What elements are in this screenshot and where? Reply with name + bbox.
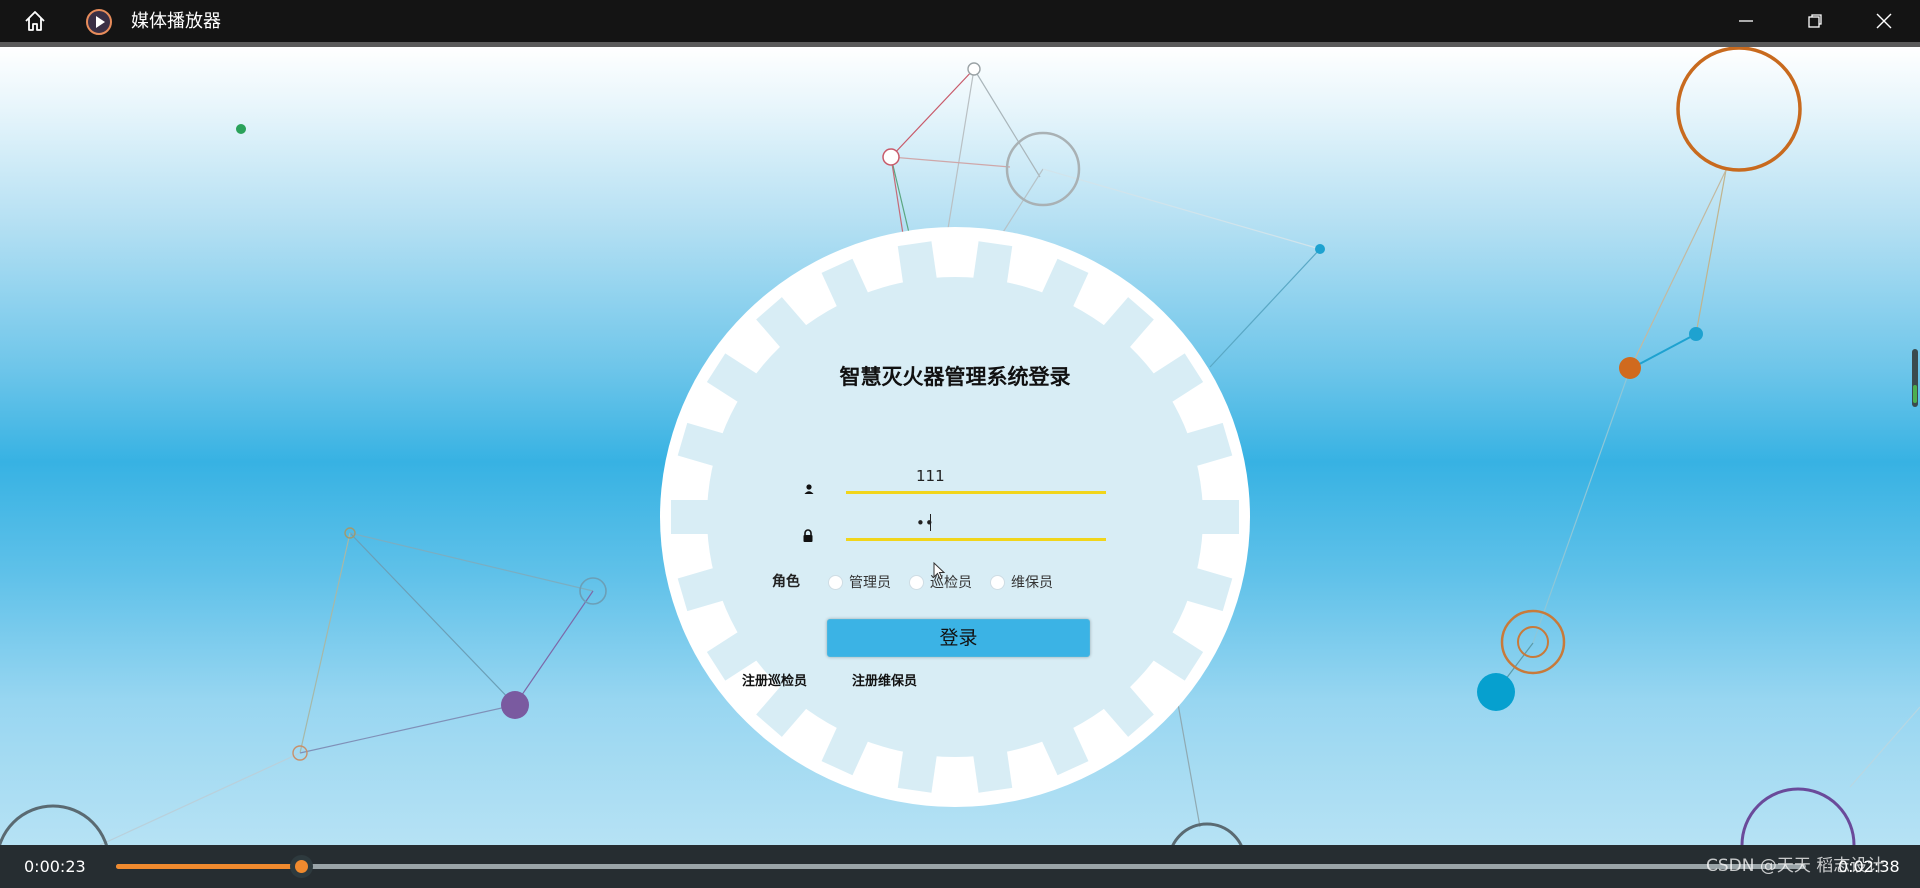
home-icon	[25, 11, 45, 31]
minimize-icon	[1739, 20, 1753, 22]
register-inspector-link[interactable]: 注册巡检员	[742, 670, 807, 689]
username-input[interactable]: 111	[846, 463, 1106, 494]
home-button[interactable]	[14, 0, 56, 42]
mouse-cursor-icon	[933, 562, 946, 580]
role-radio-admin[interactable]: 管理员	[828, 572, 891, 592]
playback-control-bar: 0:00:23 CSDN @天天 稻志设计 0:02:38	[0, 845, 1920, 888]
video-frame[interactable]: 智慧灭火器管理系统登录 111 •• 角色 管理员 巡检员 维保员 登录 注册巡…	[0, 47, 1920, 845]
text-caret	[930, 514, 931, 531]
current-time: 0:00:23	[24, 857, 86, 876]
minimize-button[interactable]	[1725, 0, 1767, 42]
radio-circle	[828, 574, 843, 590]
radio-circle	[990, 574, 1005, 590]
role-option-label: 维保员	[1011, 575, 1053, 591]
lock-icon	[803, 529, 813, 542]
password-value: ••	[916, 514, 934, 532]
username-value: 111	[916, 467, 945, 485]
volume-indicator[interactable]	[1912, 349, 1918, 407]
login-form: 智慧灭火器管理系统登录 111 •• 角色 管理员 巡检员 维保员 登录 注册巡…	[660, 227, 1250, 807]
close-icon	[1876, 13, 1892, 29]
play-logo-icon	[86, 9, 112, 35]
restore-icon	[1808, 14, 1822, 28]
role-option-label: 管理员	[849, 575, 891, 591]
radio-circle	[909, 574, 924, 590]
login-title: 智慧灭火器管理系统登录	[839, 365, 1071, 389]
close-button[interactable]	[1863, 0, 1905, 42]
total-time: 0:02:38	[1838, 857, 1900, 876]
seek-bar-thumb[interactable]	[289, 855, 313, 878]
title-bar: 媒体播放器	[0, 0, 1920, 42]
seek-bar-progress	[116, 864, 302, 869]
login-button[interactable]: 登录	[827, 619, 1090, 657]
role-radio-maintainer[interactable]: 维保员	[990, 572, 1053, 592]
password-input[interactable]: ••	[846, 510, 1106, 541]
role-label: 角色	[772, 574, 800, 590]
user-icon	[804, 484, 814, 494]
register-maintainer-link[interactable]: 注册维保员	[852, 670, 917, 689]
window-title: 媒体播放器	[131, 11, 221, 32]
restore-button[interactable]	[1794, 0, 1836, 42]
seek-bar[interactable]	[116, 855, 1806, 878]
